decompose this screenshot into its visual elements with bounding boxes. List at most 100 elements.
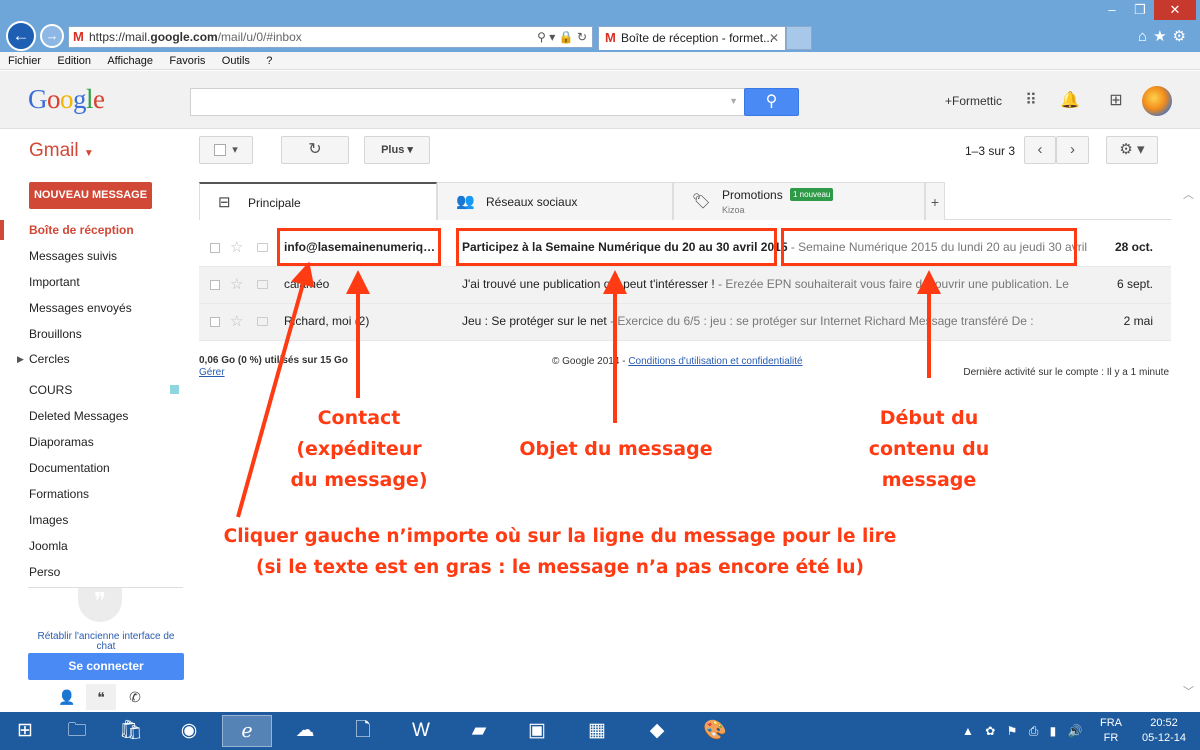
important-marker-icon[interactable] [257, 280, 268, 289]
search-options-caret-icon[interactable]: ▼ [729, 96, 738, 106]
windows-taskbar: ⊞ 🗀 🛍 ◉ ℯ ☁ 🗋 W ▰ ▣ ▦ ◆ 🎨 ▲ ✿ ⚑ ⎙ ▮ 🔊 FR… [0, 712, 1200, 750]
sidebar-item-perso[interactable]: Perso [0, 562, 190, 588]
address-tools[interactable]: ⚲ ▾ 🔒 ↻ [537, 27, 587, 47]
windows-start-icon[interactable]: ⊞ [0, 715, 50, 747]
manage-storage-link[interactable]: Gérer [199, 367, 225, 378]
compose-button[interactable]: NOUVEAU MESSAGE [29, 182, 152, 209]
more-button[interactable]: Plus ▾ [364, 136, 430, 164]
store-icon[interactable]: 🛍 [106, 715, 156, 747]
expand-triangle-icon[interactable]: ▶ [17, 349, 24, 369]
menu-item-tools[interactable]: Outils [214, 52, 255, 70]
close-window-button[interactable]: ✕ [1154, 0, 1196, 20]
gear-icon[interactable]: ⚙ [1173, 28, 1192, 45]
sidebar-item-starred[interactable]: Messages suivis [0, 246, 190, 272]
contacts-person-icon[interactable]: 👤 [52, 684, 82, 710]
terms-link[interactable]: Conditions d'utilisation et confidential… [628, 356, 802, 367]
gmail-favicon-icon: M [605, 30, 616, 45]
phone-icon[interactable]: ✆ [120, 684, 150, 710]
signin-button[interactable]: Se connecter [28, 653, 184, 680]
sidebar-item-documentation[interactable]: Documentation [0, 458, 190, 484]
paint-icon[interactable]: 🎨 [690, 715, 740, 747]
sidebar-item-joomla[interactable]: Joomla [0, 536, 190, 562]
photo-viewer-icon[interactable]: ▣ [512, 715, 562, 747]
search-button[interactable]: ⚲ [744, 88, 799, 116]
notebook-icon[interactable]: ▰ [454, 715, 504, 747]
important-marker-icon[interactable] [257, 317, 268, 326]
avatar[interactable] [1142, 86, 1172, 116]
next-page-button[interactable]: › [1056, 136, 1089, 164]
menu-item-favorites[interactable]: Favoris [161, 52, 210, 70]
address-bar[interactable]: M https://mail.google.com/mail/u/0/#inbo… [68, 26, 593, 48]
sidebar-item-important[interactable]: Important [0, 272, 190, 298]
language-indicator[interactable]: FRA FR [1100, 716, 1122, 746]
new-tab-button[interactable] [786, 26, 812, 50]
add-tab-button[interactable]: + [925, 182, 945, 220]
menu-item-view[interactable]: Affichage [99, 52, 158, 70]
folder-icon[interactable]: ◆ [632, 715, 682, 747]
copyright: © Google 2014 - Conditions d'utilisation… [552, 356, 803, 367]
document-icon[interactable]: 🗋 [338, 715, 388, 747]
close-tab-icon[interactable]: ✕ [769, 27, 779, 49]
annotation-instruction: Cliquer gauche n’importe où sur la ligne… [223, 526, 897, 578]
internet-explorer-icon[interactable]: ℯ [222, 715, 272, 747]
home-icon[interactable]: ⌂ [1138, 28, 1153, 45]
notifications-bell-icon[interactable]: 🔔 [1057, 88, 1083, 114]
sidebar-item-circles[interactable]: ▶ Cercles [0, 349, 190, 375]
restore-button[interactable]: ❐ [1126, 0, 1154, 20]
gmail-menu[interactable]: Gmail ▼ [29, 140, 94, 162]
sidebar-item-diaporamas[interactable]: Diaporamas [0, 432, 190, 458]
star-icon[interactable]: ☆ [230, 275, 243, 293]
back-button[interactable]: ← [6, 21, 36, 51]
sidebar-item-inbox[interactable]: Boîte de réception [0, 220, 190, 246]
forward-button[interactable]: → [40, 24, 64, 48]
prev-page-button[interactable]: ‹ [1024, 136, 1056, 164]
google-plus-user-link[interactable]: +Formettic [945, 94, 1002, 108]
important-marker-icon[interactable] [257, 243, 268, 252]
browser-tools[interactable]: ⌂★⚙ [1138, 27, 1192, 45]
share-plus-icon[interactable]: ⊞ [1103, 88, 1129, 114]
minimize-button[interactable]: – [1098, 0, 1126, 20]
annotation-contact: Contact (expéditeur du message) [290, 407, 428, 491]
sidebar-item-cours[interactable]: COURS [0, 380, 190, 406]
settings-button[interactable]: ⚙ ▾ [1106, 136, 1158, 164]
search-input[interactable] [191, 89, 744, 115]
browser-tab-inbox[interactable]: M Boîte de réception - formet... ✕ [598, 26, 786, 50]
last-activity[interactable]: Dernière activité sur le compte : Il y a… [963, 367, 1169, 378]
sidebar-item-drafts[interactable]: Brouillons [0, 324, 190, 350]
refresh-button[interactable]: ↻ [281, 136, 349, 164]
menu-item-help[interactable]: ? [258, 52, 277, 70]
calculator-icon[interactable]: ▦ [572, 715, 622, 747]
sidebar-item-formations[interactable]: Formations [0, 484, 190, 510]
chrome-icon[interactable]: ◉ [164, 715, 214, 747]
menu-item-edit[interactable]: Edition [49, 52, 96, 70]
gear-icon: ⚙ [1119, 141, 1133, 158]
hangouts-icon[interactable]: ❝ [86, 684, 116, 710]
favorites-star-icon[interactable]: ★ [1153, 28, 1172, 45]
row-checkbox[interactable] [210, 243, 220, 253]
restore-chat-link[interactable]: Rétablir l'ancienne interface de chat [32, 632, 180, 652]
row-checkbox[interactable] [210, 317, 220, 327]
storage-quota: 0,06 Go (0 %) utilisés sur 15 Go Gérer [199, 355, 348, 378]
word-icon[interactable]: W [396, 715, 446, 747]
scroll-down-icon[interactable]: ﹀ [1183, 683, 1194, 699]
label-color-swatch[interactable] [170, 385, 179, 395]
apps-grid-icon[interactable]: ⠿ [1018, 88, 1044, 114]
cloud-app-icon[interactable]: ☁ [280, 715, 330, 747]
google-logo[interactable]: Google [28, 84, 105, 115]
star-icon[interactable]: ☆ [230, 238, 243, 256]
table-row[interactable]: ☆ Richard, moi (2) Jeu : Se protéger sur… [199, 304, 1171, 341]
tab-primary[interactable]: ⊟ Principale [199, 182, 437, 220]
system-tray[interactable]: ▲ ✿ ⚑ ⎙ ▮ 🔊 [962, 724, 1087, 739]
row-checkbox[interactable] [210, 280, 220, 290]
tab-social[interactable]: 👥 Réseaux sociaux [437, 182, 673, 220]
system-clock[interactable]: 20:52 05-12-14 [1136, 716, 1192, 746]
star-icon[interactable]: ☆ [230, 312, 243, 330]
select-all-button[interactable]: ▾ [199, 136, 253, 164]
sidebar-item-sent[interactable]: Messages envoyés [0, 298, 190, 324]
scroll-up-icon[interactable]: ︿ [1183, 186, 1194, 202]
table-row[interactable]: ☆ calaméo J'ai trouvé une publication qu… [199, 267, 1171, 304]
sidebar-item-images[interactable]: Images [0, 510, 190, 536]
file-explorer-icon[interactable]: 🗀 [52, 715, 102, 747]
menu-item-file[interactable]: Fichier [0, 52, 46, 70]
sidebar-item-deleted-messages[interactable]: Deleted Messages [0, 406, 190, 432]
